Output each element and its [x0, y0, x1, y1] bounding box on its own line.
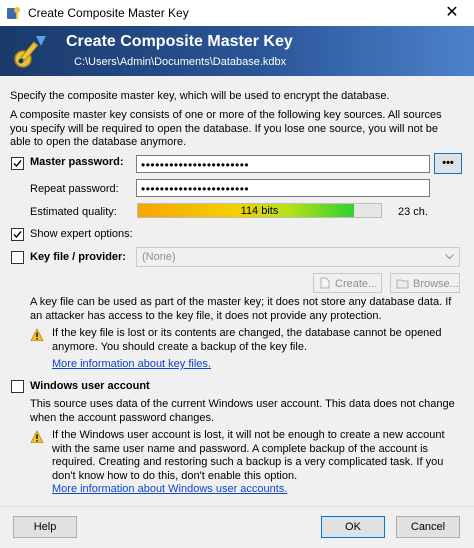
window-title: Create Composite Master Key	[28, 6, 189, 20]
close-icon[interactable]: ✕	[430, 0, 474, 26]
windows-user-account-info-link[interactable]: More information about Windows user acco…	[52, 483, 287, 495]
quality-bits: 114 bits	[240, 205, 279, 217]
create-key-file-label: Create...	[335, 278, 378, 290]
master-password-label: Master password:	[30, 156, 124, 168]
windows-user-account-checkbox[interactable]	[11, 380, 24, 393]
key-file-warning: If the key file is lost or its contents …	[52, 327, 442, 353]
create-key-file-button[interactable]: Create...	[313, 273, 382, 293]
repeat-password-input[interactable]: •••••••••••••••••••••••	[136, 179, 430, 197]
cancel-button[interactable]: Cancel	[396, 516, 460, 538]
key-file-provider-value: (None)	[142, 251, 176, 263]
header-banner: Create Composite Master Key C:\Users\Adm…	[0, 26, 474, 76]
chevron-down-icon	[445, 254, 454, 260]
checkmark-icon	[13, 160, 22, 168]
repeat-password-value: •••••••••••••••••••••••	[141, 182, 250, 196]
window-titlebar: Create Composite Master Key ✕	[0, 0, 474, 27]
warning-icon	[30, 328, 44, 341]
windows-user-account-warning: If the Windows user account is lost, it …	[52, 429, 445, 482]
help-button[interactable]: Help	[13, 516, 77, 538]
show-expert-options-checkbox[interactable]	[11, 228, 24, 241]
warning-icon	[30, 430, 44, 443]
repeat-password-label: Repeat password:	[30, 183, 119, 195]
browse-key-file-label: Browse...	[413, 278, 459, 290]
ok-button[interactable]: OK	[321, 516, 385, 538]
key-icon	[14, 36, 46, 68]
keepass-app-icon	[7, 7, 20, 19]
key-file-info-link[interactable]: More information about key files.	[52, 358, 211, 370]
quality-meter: 114 bits	[137, 203, 382, 218]
key-file-checkbox[interactable]	[11, 251, 24, 264]
master-password-checkbox[interactable]	[11, 157, 24, 170]
banner-heading: Create Composite Master Key	[66, 33, 293, 50]
browse-key-file-button[interactable]: Browse...	[390, 273, 460, 293]
reveal-password-button[interactable]: •••	[434, 153, 462, 174]
windows-user-account-label: Windows user account	[30, 380, 150, 392]
character-count: 23 ch.	[398, 206, 428, 218]
windows-user-account-description: This source uses data of the current Win…	[30, 398, 455, 424]
master-password-input[interactable]: •••••••••••••••••••••••	[136, 155, 430, 173]
footer-separator	[0, 506, 474, 507]
quality-label: Estimated quality:	[30, 206, 117, 218]
key-file-description: A key file can be used as part of the ma…	[30, 296, 452, 322]
key-file-label: Key file / provider:	[30, 251, 126, 263]
checkmark-icon	[13, 231, 22, 239]
master-password-value: •••••••••••••••••••••••	[141, 158, 250, 172]
show-expert-options-label: Show expert options:	[30, 228, 133, 240]
key-file-provider-select[interactable]: (None)	[136, 247, 460, 267]
folder-icon	[396, 279, 409, 289]
intro-description: A composite master key consists of one o…	[10, 109, 442, 148]
database-path: C:\Users\Admin\Documents\Database.kdbx	[74, 56, 287, 68]
new-file-icon	[320, 277, 330, 289]
intro-text: Specify the composite master key, which …	[10, 90, 390, 102]
